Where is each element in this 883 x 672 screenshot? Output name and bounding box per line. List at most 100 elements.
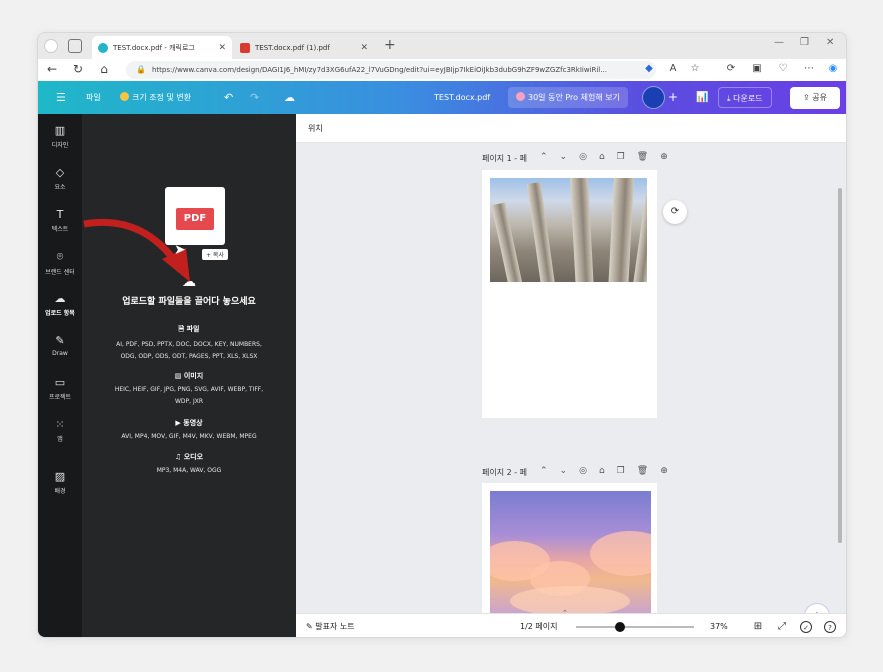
category-formats: WDP, JXR	[174, 398, 204, 405]
more-menu-icon[interactable]: ⋯	[802, 63, 816, 74]
category-audio: ♫ 오디오 MP3, M4A, WAV, OGG	[82, 452, 296, 477]
rail-item-draw[interactable]: ✎ Draw	[38, 334, 82, 357]
rail-item-design[interactable]: ▥ 디자인	[38, 124, 82, 149]
category-heading: 파일	[186, 325, 200, 333]
profile-icon[interactable]	[44, 39, 58, 53]
read-aloud-icon[interactable]: A	[666, 63, 680, 74]
collections-icon[interactable]: ♡	[776, 63, 790, 74]
tab-strip: TEST.docx.pdf - 캐릭로그 ✕ TEST.docx.pdf (1)…	[38, 33, 846, 59]
workspaces-icon[interactable]	[68, 39, 82, 53]
minimize-icon[interactable]: —	[774, 37, 784, 48]
notes-button[interactable]: ✎ 발표자 노트	[306, 614, 355, 637]
folder-icon: ▭	[54, 376, 66, 389]
page-title[interactable]: 페이지 1 - 페	[482, 153, 527, 164]
zoom-level[interactable]: 37%	[710, 614, 728, 637]
chevron-up-icon[interactable]: ⌃	[562, 609, 568, 617]
layout-icon: ▥	[54, 124, 66, 137]
chevron-up-icon[interactable]: ⌃	[540, 466, 560, 476]
maximize-icon[interactable]: ❐	[800, 37, 809, 48]
hide-icon[interactable]: ◎	[579, 466, 599, 476]
refresh-icon[interactable]: ⟳	[663, 200, 687, 224]
music-icon: ♫	[174, 453, 184, 461]
close-tab-icon[interactable]: ✕	[360, 43, 368, 53]
lock-page-icon[interactable]: ⌂	[599, 466, 617, 476]
analytics-icon[interactable]: 📊	[696, 81, 708, 114]
resize-button[interactable]: 크기 조정 및 변환	[120, 81, 191, 114]
rail-label: Draw	[52, 350, 68, 357]
zoom-slider[interactable]	[576, 626, 694, 628]
add-page-icon[interactable]: ⊕	[660, 466, 680, 476]
category-formats: AI, PDF, PSD, PPTX, DOC, DOCX, KEY, NUMB…	[116, 341, 262, 348]
help-icon[interactable]: ?	[824, 621, 836, 633]
page-title[interactable]: 페이지 2 - 페	[482, 467, 527, 478]
share-button[interactable]: ⇪ 공유	[790, 87, 840, 109]
redo-icon[interactable]: ↷	[250, 81, 259, 114]
rail-item-brand[interactable]: ⌾ 브랜드 센터	[38, 250, 82, 276]
lock-page-icon[interactable]: ⌂	[599, 152, 617, 162]
tab-canva[interactable]: TEST.docx.pdf - 캐릭로그 ✕	[92, 36, 232, 59]
position-button[interactable]: 위치	[308, 123, 323, 134]
chevron-down-icon[interactable]: ⌄	[560, 466, 580, 476]
tab-pdf[interactable]: TEST.docx.pdf (1).pdf ✕	[234, 36, 374, 59]
category-formats: MP3, M4A, WAV, OGG	[156, 467, 222, 474]
url-text: https://www.canva.com/design/DAGI1J6_hMI…	[152, 66, 607, 74]
columns-photo[interactable]	[490, 178, 647, 282]
fullscreen-icon[interactable]: ⤢	[776, 621, 788, 633]
document-title[interactable]: TEST.docx.pdf	[434, 81, 490, 114]
pdf-file-preview: PDF	[165, 187, 225, 245]
hide-icon[interactable]: ◎	[579, 152, 599, 162]
favorite-star-icon[interactable]: ☆	[688, 63, 702, 74]
page-1[interactable]	[482, 170, 657, 418]
chevron-up-icon[interactable]: ⌃	[540, 152, 560, 162]
tag-icon[interactable]: ◆	[642, 63, 656, 74]
rail-item-text[interactable]: T 텍스트	[38, 208, 82, 233]
rail-item-background[interactable]: ▨ 배경	[38, 470, 82, 495]
duplicate-icon[interactable]: ❐	[617, 152, 637, 162]
scrollbar[interactable]	[838, 188, 842, 543]
rail-item-apps[interactable]: ⁙ 앱	[38, 418, 82, 443]
share-icon: ⇪	[803, 93, 813, 102]
grid-view-icon[interactable]: ⊞	[752, 621, 764, 633]
split-screen-icon[interactable]: ▣	[750, 63, 764, 74]
share-label: 공유	[812, 93, 827, 102]
delete-icon[interactable]: 🗑	[637, 466, 660, 476]
upload-panel: PDF ➤ + 복사 ☁ 업로드할 파일들을 끌어다 놓으세요 🗎 파일 AI,…	[82, 114, 296, 637]
pdf-favicon-icon	[240, 42, 250, 53]
sky-photo[interactable]	[490, 491, 651, 613]
address-bar[interactable]: 🔒 https://www.canva.com/design/DAGI1J6_h…	[126, 61, 656, 79]
chevron-down-icon[interactable]: ⌄	[560, 152, 580, 162]
add-people-icon[interactable]: +	[668, 81, 678, 114]
browser-window: TEST.docx.pdf - 캐릭로그 ✕ TEST.docx.pdf (1)…	[37, 32, 847, 638]
avatar[interactable]	[642, 86, 665, 109]
rail-item-uploads[interactable]: ☁ 업로드 항목	[38, 292, 82, 317]
new-tab-icon[interactable]: +	[384, 37, 396, 53]
close-window-icon[interactable]: ✕	[826, 37, 834, 48]
notes-label: 발표자 노트	[315, 622, 355, 631]
hamburger-menu-icon[interactable]: ☰	[56, 81, 66, 114]
pro-trial-button[interactable]: 30일 동안 Pro 체험해 보기	[508, 87, 628, 108]
page-counter[interactable]: 1/2 페이지	[520, 614, 558, 637]
zoom-slider-handle[interactable]	[614, 622, 625, 632]
home-icon[interactable]: ⌂	[96, 62, 112, 76]
text-icon: T	[56, 208, 64, 221]
add-page-icon[interactable]: ⊕	[660, 152, 680, 162]
refresh-extension-icon[interactable]: ⟳	[724, 63, 738, 74]
copilot-icon[interactable]: ◉	[826, 63, 840, 74]
cloud-saved-icon[interactable]: ☁	[284, 81, 295, 114]
file-menu-button[interactable]: 파일	[86, 81, 101, 114]
download-button[interactable]: ⤓ 다운로드	[718, 87, 772, 108]
pdf-badge: PDF	[176, 208, 214, 230]
close-tab-icon[interactable]: ✕	[218, 43, 226, 53]
rail-item-elements[interactable]: ◇ 요소	[38, 166, 82, 191]
rail-item-projects[interactable]: ▭ 프로젝트	[38, 376, 82, 401]
rail-label: 프로젝트	[48, 394, 72, 401]
undo-icon[interactable]: ↶	[224, 81, 233, 114]
check-icon[interactable]: ✓	[800, 621, 812, 633]
magic-assistant-icon[interactable]: ✦	[804, 603, 830, 613]
duplicate-icon[interactable]: ❐	[617, 466, 637, 476]
background-icon: ▨	[54, 470, 66, 483]
delete-icon[interactable]: 🗑	[637, 152, 660, 162]
reload-icon[interactable]: ↻	[70, 62, 86, 76]
page-2[interactable]	[482, 483, 657, 613]
back-icon[interactable]: ←	[44, 62, 60, 76]
